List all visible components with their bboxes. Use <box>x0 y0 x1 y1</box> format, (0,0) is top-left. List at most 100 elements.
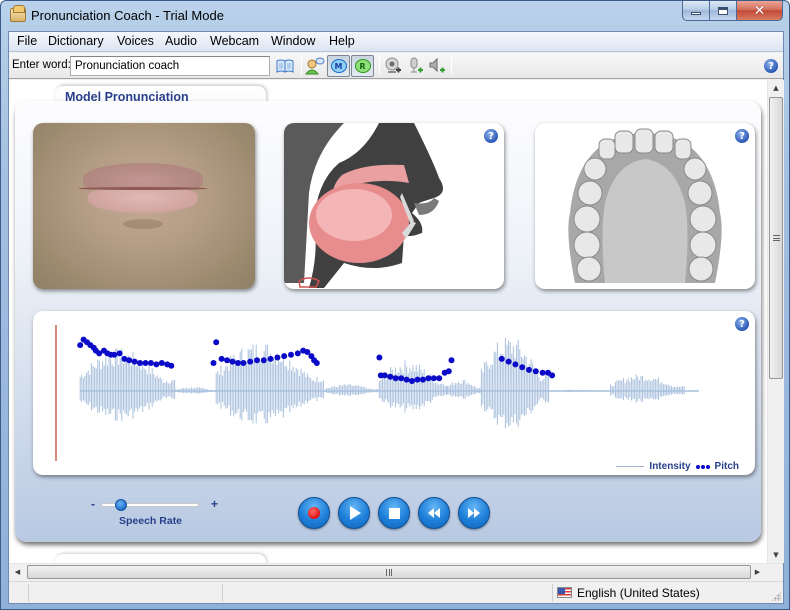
status-pane <box>9 584 29 602</box>
pitch-point <box>526 366 532 373</box>
pitch-point <box>409 378 415 384</box>
voice-button[interactable] <box>305 56 325 76</box>
help-icon: ? <box>735 129 749 143</box>
pitch-point <box>240 360 247 366</box>
pitch-point <box>288 351 294 358</box>
pitch-point <box>235 360 241 366</box>
speech-rate-control: - + Speech Rate <box>87 497 227 537</box>
intensity-legend-swatch <box>616 466 645 467</box>
teeth-help-button[interactable]: ? <box>735 129 749 143</box>
pitch-point <box>158 360 165 366</box>
pitch-legend-label: Pitch <box>714 461 739 472</box>
play-button[interactable] <box>338 497 370 529</box>
grip-icon <box>772 235 780 241</box>
pitch-point <box>294 350 301 357</box>
language-status: English (United States) <box>577 586 700 600</box>
speech-rate-label: Speech Rate <box>119 515 183 527</box>
toolbar-separator <box>451 57 452 75</box>
status-pane <box>29 584 223 602</box>
intensity-segment <box>446 379 482 399</box>
pitch-point <box>126 357 133 364</box>
add-webcam-button[interactable] <box>383 56 403 76</box>
mouth-help-button[interactable]: ? <box>484 129 498 143</box>
pitch-point <box>168 362 175 369</box>
resize-grip[interactable] <box>771 591 781 601</box>
waveform-chart[interactable] <box>33 311 755 475</box>
pitch-point <box>77 342 84 349</box>
intensity-segment <box>324 384 379 396</box>
horizontal-scrollbar[interactable]: ◀ ▶ <box>9 563 783 580</box>
intensity-segment <box>610 374 685 403</box>
pitch-point <box>147 360 154 366</box>
help-icon: ? <box>484 129 498 143</box>
pitch-point <box>505 358 512 365</box>
horizontal-scroll-thumb[interactable] <box>27 565 751 579</box>
speech-rate-slider-handle[interactable] <box>114 499 127 511</box>
help-icon: ? <box>735 317 749 331</box>
scroll-up-arrow[interactable]: ▲ <box>768 80 784 96</box>
stop-button[interactable] <box>378 497 410 529</box>
pitch-point <box>419 376 426 383</box>
vertical-scrollbar[interactable]: ▲ ▼ <box>767 80 784 563</box>
speaker-person-icon <box>305 57 325 75</box>
status-bar: English (United States) <box>9 581 783 603</box>
pitch-point <box>229 358 236 365</box>
pitch-point <box>381 372 388 379</box>
maximize-button[interactable] <box>710 1 737 21</box>
menu-help[interactable]: Help <box>327 34 357 48</box>
add-speaker-button[interactable] <box>427 56 447 76</box>
lips-video-image <box>33 123 255 289</box>
close-icon: ✕ <box>753 2 766 19</box>
model-toggle-button[interactable]: M <box>327 55 350 77</box>
toolbar-separator <box>379 57 380 75</box>
pitch-point <box>519 364 526 371</box>
scroll-right-arrow[interactable]: ▶ <box>749 564 766 580</box>
speech-rate-minus[interactable]: - <box>91 497 95 511</box>
pitch-point <box>392 375 399 382</box>
speech-rate-plus[interactable]: + <box>211 497 218 511</box>
content-area: Model Pronunciation ? ? ? Intensity Pitc… <box>9 80 767 563</box>
pitch-point <box>116 350 123 357</box>
scroll-left-arrow[interactable]: ◀ <box>9 564 26 580</box>
pitch-point <box>267 355 274 362</box>
pitch-point <box>247 358 254 365</box>
record-toggle-button[interactable]: R <box>351 55 374 77</box>
fast-forward-button[interactable] <box>458 497 490 529</box>
intensity-segment <box>378 360 448 413</box>
app-window: Pronunciation Coach - Trial Mode ✕ File … <box>0 0 790 610</box>
scroll-down-arrow[interactable]: ▼ <box>768 547 784 563</box>
menu-voices[interactable]: Voices <box>115 34 156 48</box>
record-icon <box>308 507 320 519</box>
pitch-point <box>111 351 118 358</box>
menu-webcam[interactable]: Webcam <box>208 34 261 48</box>
menu-dictionary[interactable]: Dictionary <box>46 34 106 48</box>
secondary-panel-tab[interactable] <box>55 554 266 563</box>
vertical-scroll-thumb[interactable] <box>769 97 783 379</box>
menu-window[interactable]: Window <box>269 34 317 48</box>
add-microphone-button[interactable] <box>405 56 425 76</box>
maximize-icon <box>718 6 728 15</box>
pitch-point <box>210 360 217 366</box>
rewind-button[interactable] <box>418 497 450 529</box>
app-icon <box>10 5 26 22</box>
menu-audio[interactable]: Audio <box>163 34 199 48</box>
title-bar[interactable]: Pronunciation Coach - Trial Mode ✕ <box>1 1 789 31</box>
window-title: Pronunciation Coach - Trial Mode <box>31 8 224 23</box>
pitch-point <box>213 339 220 346</box>
enter-word-input[interactable] <box>70 56 270 76</box>
waveform-help-button[interactable]: ? <box>735 317 749 331</box>
pitch-point <box>254 357 260 364</box>
help-button[interactable]: ? <box>761 56 781 76</box>
fast-forward-icon <box>468 508 480 518</box>
chin-shadow <box>123 219 163 229</box>
pitch-point <box>512 361 519 368</box>
pitch-point <box>274 354 281 361</box>
record-button[interactable] <box>298 497 330 529</box>
minimize-button[interactable] <box>682 1 710 21</box>
pitch-point <box>281 353 288 360</box>
close-button[interactable]: ✕ <box>737 1 783 21</box>
teeth-palate-diagram <box>568 128 722 283</box>
dictionary-button[interactable] <box>275 56 295 76</box>
pitch-point <box>153 361 160 368</box>
menu-file[interactable]: File <box>15 34 39 48</box>
